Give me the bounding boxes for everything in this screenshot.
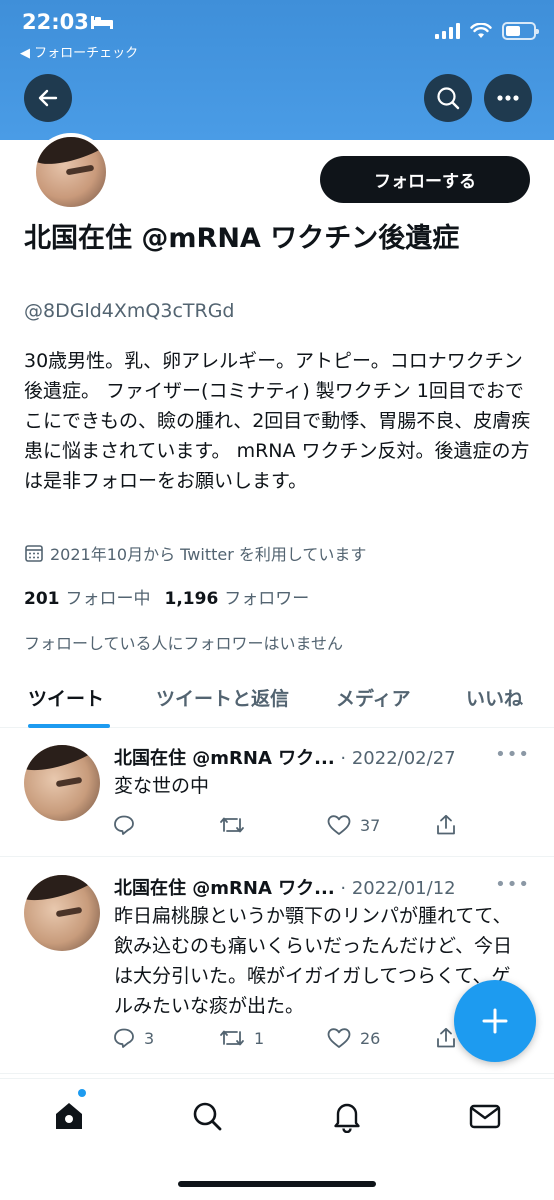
tweet-header: 北国在住 @mRNA ワク... · 2022/02/27 bbox=[114, 744, 456, 770]
followers-count: 1,196 bbox=[164, 589, 219, 609]
tab-media[interactable]: メディア bbox=[336, 684, 411, 711]
status-indicators bbox=[435, 22, 539, 40]
calendar-icon bbox=[25, 545, 43, 562]
tweet-text: 変な世の中 bbox=[114, 775, 210, 797]
cellular-signal-icon bbox=[435, 23, 460, 39]
compose-tweet-button[interactable] bbox=[454, 980, 536, 1062]
like-icon bbox=[327, 815, 351, 835]
tab-tweets[interactable]: ツイート bbox=[28, 684, 104, 711]
search-button[interactable] bbox=[424, 74, 472, 122]
like-count: 26 bbox=[360, 1028, 381, 1048]
retweet-button[interactable] bbox=[218, 813, 254, 837]
following-label: フォロー中 bbox=[65, 589, 151, 609]
joined-text: 2021年10月から Twitter を利用しています bbox=[50, 545, 367, 564]
tweet-date: · 2022/02/27 bbox=[340, 748, 456, 769]
reply-button[interactable] bbox=[112, 813, 144, 837]
compose-plus-icon bbox=[482, 1008, 508, 1034]
profile-avatar[interactable] bbox=[32, 133, 110, 211]
back-to-app-link[interactable]: ◀ フォローチェック bbox=[20, 42, 138, 61]
tweet-actions: 3 1 26 bbox=[112, 1026, 472, 1052]
profile-tabs: ツイート ツイートと返信 メディア いいね bbox=[0, 670, 554, 728]
battery-icon bbox=[502, 22, 539, 40]
more-icon bbox=[497, 95, 519, 101]
sleep-mode-icon bbox=[91, 16, 113, 29]
home-icon[interactable] bbox=[52, 1099, 86, 1133]
tweet-actions: 37 bbox=[112, 813, 472, 839]
reply-count: 3 bbox=[144, 1028, 155, 1048]
tweet-avatar[interactable] bbox=[24, 875, 100, 951]
profile-bio: 30歳男性。乳、卵アレルギー。アトピー。コロナワクチン後遺症。 ファイザー(コミ… bbox=[24, 350, 531, 492]
follow-stats: 201 フォロー中 1,196 フォロワー bbox=[24, 584, 309, 609]
share-button[interactable] bbox=[434, 813, 458, 837]
retweet-icon bbox=[220, 1030, 244, 1046]
retweet-icon bbox=[220, 817, 244, 833]
messages-icon[interactable] bbox=[468, 1099, 502, 1133]
tweet-date: · 2022/01/12 bbox=[340, 878, 456, 899]
tweet-item[interactable]: 北国在住 @mRNA ワク... · 2022/02/27 ••• 変な世の中 … bbox=[0, 729, 554, 857]
explore-icon[interactable] bbox=[190, 1099, 224, 1133]
retweet-count: 1 bbox=[254, 1028, 265, 1048]
notifications-icon[interactable] bbox=[330, 1099, 364, 1133]
like-button[interactable]: 26 bbox=[326, 1026, 380, 1050]
back-button[interactable] bbox=[24, 74, 72, 122]
tweet-header: 北国在住 @mRNA ワク... · 2022/01/12 bbox=[114, 874, 456, 900]
joined-date: 2021年10月から Twitter を利用しています bbox=[24, 541, 366, 565]
like-icon bbox=[327, 1028, 351, 1048]
back-arrow-icon bbox=[38, 89, 58, 107]
tab-tweets-and-replies[interactable]: ツイートと返信 bbox=[156, 684, 289, 711]
tweet-avatar[interactable] bbox=[24, 745, 100, 821]
tweet-more-button[interactable]: ••• bbox=[495, 874, 530, 895]
reply-icon bbox=[114, 1028, 134, 1048]
like-count: 37 bbox=[360, 815, 381, 835]
home-notification-dot bbox=[78, 1089, 86, 1097]
status-time: 22:03 bbox=[22, 10, 89, 34]
tweet-author-name[interactable]: 北国在住 @mRNA ワク... bbox=[114, 878, 335, 899]
wifi-icon bbox=[470, 23, 492, 38]
display-name: 北国在住 @mRNA ワクチン後遺症 bbox=[24, 223, 460, 254]
followers-link[interactable]: 1,196 フォロワー bbox=[165, 584, 310, 609]
following-count: 201 bbox=[24, 589, 60, 609]
tweet-author-name[interactable]: 北国在住 @mRNA ワク... bbox=[114, 748, 335, 769]
user-handle: @8DGld4XmQ3cTRGd bbox=[24, 300, 235, 322]
reply-icon bbox=[114, 815, 134, 835]
retweet-button[interactable]: 1 bbox=[218, 1026, 264, 1050]
bottom-navigation bbox=[0, 1078, 554, 1200]
tweet-more-button[interactable]: ••• bbox=[495, 744, 530, 765]
more-options-button[interactable] bbox=[484, 74, 532, 122]
like-button[interactable]: 37 bbox=[326, 813, 380, 837]
tweet-text: 昨日扁桃腺というか顎下のリンパが腫れてて、飲み込むのも痛いくらいだったんだけど、… bbox=[114, 905, 513, 1017]
active-tab-indicator bbox=[28, 724, 110, 728]
reply-button[interactable]: 3 bbox=[112, 1026, 154, 1050]
following-link[interactable]: 201 フォロー中 bbox=[24, 584, 151, 609]
followed-by-note: フォローしている人にフォロワーはいません bbox=[24, 634, 344, 653]
followers-label: フォロワー bbox=[224, 589, 310, 609]
follow-button[interactable]: フォローする bbox=[320, 156, 530, 203]
home-indicator-bar bbox=[178, 1181, 376, 1187]
search-icon bbox=[437, 87, 460, 110]
share-icon bbox=[437, 814, 455, 835]
tab-likes[interactable]: いいね bbox=[466, 684, 523, 711]
